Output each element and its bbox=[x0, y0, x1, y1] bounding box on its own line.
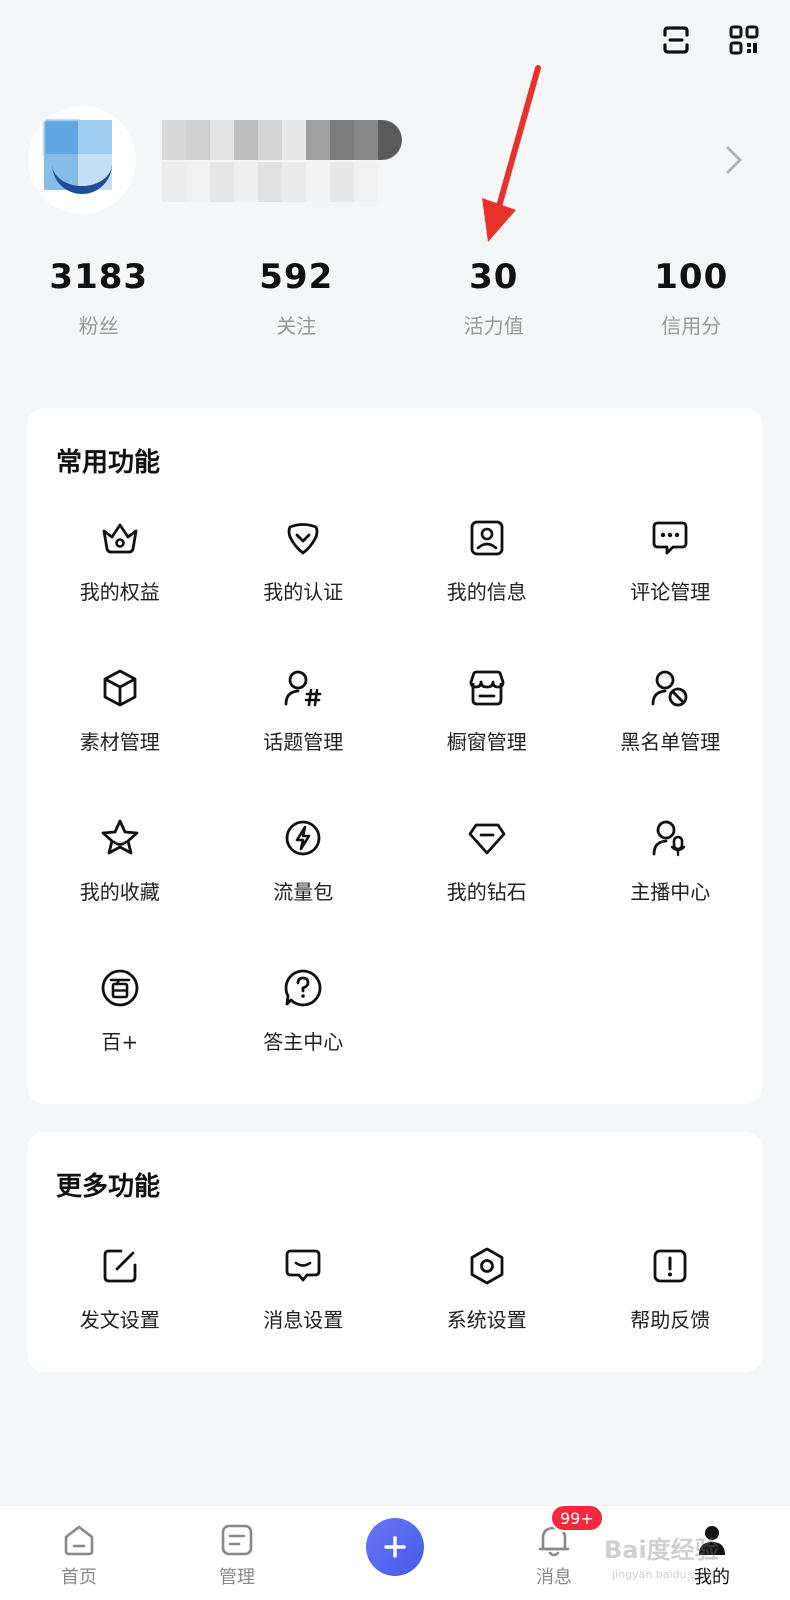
diamond-icon bbox=[465, 816, 509, 860]
certification-icon bbox=[281, 516, 325, 560]
function-label: 橱窗管理 bbox=[446, 730, 527, 754]
settings-hex-icon bbox=[465, 1244, 509, 1288]
function-label: 流量包 bbox=[273, 880, 334, 904]
section-title: 更多功能 bbox=[56, 1172, 161, 1202]
stat-value: 592 bbox=[259, 257, 334, 297]
section-title: 常用功能 bbox=[56, 448, 161, 478]
star-icon bbox=[98, 816, 142, 860]
function-label: 我的认证 bbox=[263, 580, 344, 604]
function-label: 帮助反馈 bbox=[630, 1308, 711, 1332]
block-user-icon bbox=[648, 666, 692, 710]
function-my-info[interactable]: 我的信息 bbox=[395, 516, 579, 666]
shop-icon bbox=[465, 666, 509, 710]
function-label: 我的权益 bbox=[79, 580, 160, 604]
more-functions-card: 更多功能 发文设置 消息设置 系统设置 帮助反馈 bbox=[28, 1132, 762, 1372]
topic-icon bbox=[281, 666, 325, 710]
function-topic-management[interactable]: 话题管理 bbox=[212, 666, 396, 816]
stat-label: 粉丝 bbox=[78, 314, 119, 338]
create-post-button[interactable] bbox=[366, 1518, 424, 1576]
cube-icon bbox=[98, 666, 142, 710]
edit-icon bbox=[98, 1244, 142, 1288]
common-functions-card: 常用功能 我的权益 我的认证 我的信息 评论管理 素材管理 话题管理 橱窗管理 … bbox=[28, 408, 762, 1104]
user-subtitle-redacted bbox=[162, 162, 392, 202]
more-functions-grid: 发文设置 消息设置 系统设置 帮助反馈 bbox=[28, 1244, 762, 1394]
watermark-url: jingyan.baidu.com bbox=[612, 1568, 714, 1581]
function-blacklist-management[interactable]: 黑名单管理 bbox=[579, 666, 763, 816]
tab-home[interactable]: 首页 bbox=[39, 1520, 119, 1590]
question-icon bbox=[281, 966, 325, 1010]
function-system-settings[interactable]: 系统设置 bbox=[395, 1244, 579, 1394]
top-bar bbox=[0, 0, 790, 80]
tab-manage[interactable]: 管理 bbox=[197, 1520, 277, 1590]
stat-label: 信用分 bbox=[661, 314, 722, 338]
function-traffic-package[interactable]: 流量包 bbox=[212, 816, 396, 966]
function-label: 我的收藏 bbox=[79, 880, 160, 904]
stat-label: 关注 bbox=[276, 314, 317, 338]
function-label: 消息设置 bbox=[263, 1308, 344, 1332]
bai-plus-icon bbox=[98, 966, 142, 1010]
stat-value: 100 bbox=[654, 257, 729, 297]
function-my-certification[interactable]: 我的认证 bbox=[212, 516, 396, 666]
function-label: 答主中心 bbox=[263, 1030, 344, 1054]
function-label: 系统设置 bbox=[446, 1308, 527, 1332]
red-arrow-annotation bbox=[482, 65, 541, 242]
message-icon bbox=[281, 1244, 325, 1288]
chevron-right-icon[interactable] bbox=[722, 142, 746, 178]
stat-fans[interactable]: 3183 粉丝 bbox=[0, 250, 198, 350]
message-count-badge: 99+ bbox=[550, 1504, 604, 1532]
function-label: 素材管理 bbox=[79, 730, 160, 754]
home-icon bbox=[59, 1520, 99, 1560]
function-label: 话题管理 bbox=[263, 730, 344, 754]
common-functions-grid: 我的权益 我的认证 我的信息 评论管理 素材管理 话题管理 橱窗管理 黑名单管理… bbox=[28, 516, 762, 1116]
lightning-icon bbox=[281, 816, 325, 860]
stat-following[interactable]: 592 关注 bbox=[198, 250, 396, 350]
function-label: 评论管理 bbox=[630, 580, 711, 604]
manage-icon bbox=[217, 1520, 257, 1560]
stat-label: 活力值 bbox=[463, 314, 524, 338]
function-my-benefits[interactable]: 我的权益 bbox=[28, 516, 212, 666]
stat-value: 30 bbox=[469, 257, 519, 297]
stat-credit[interactable]: 100 信用分 bbox=[593, 250, 790, 350]
comment-icon bbox=[648, 516, 692, 560]
function-label: 我的信息 bbox=[446, 580, 527, 604]
function-my-favorites[interactable]: 我的收藏 bbox=[28, 816, 212, 966]
stat-vitality[interactable]: 30 活力值 bbox=[395, 250, 593, 350]
function-my-diamonds[interactable]: 我的钻石 bbox=[395, 816, 579, 966]
profile-card-icon bbox=[465, 516, 509, 560]
crown-icon bbox=[98, 516, 142, 560]
function-anchor-center[interactable]: 主播中心 bbox=[579, 816, 763, 966]
feedback-icon bbox=[648, 1244, 692, 1288]
profile-header[interactable] bbox=[0, 100, 790, 225]
username-redacted bbox=[162, 120, 402, 160]
anchor-icon bbox=[648, 816, 692, 860]
function-label: 百+ bbox=[101, 1030, 139, 1054]
function-help-feedback[interactable]: 帮助反馈 bbox=[579, 1244, 763, 1394]
function-material-management[interactable]: 素材管理 bbox=[28, 666, 212, 816]
tab-label: 管理 bbox=[219, 1567, 255, 1588]
function-label: 发文设置 bbox=[79, 1308, 160, 1332]
qr-code-icon[interactable] bbox=[722, 18, 766, 62]
function-comment-management[interactable]: 评论管理 bbox=[579, 516, 763, 666]
scan-icon[interactable] bbox=[654, 18, 698, 62]
function-label: 主播中心 bbox=[630, 880, 711, 904]
tab-label: 消息 bbox=[536, 1567, 572, 1588]
function-showcase-management[interactable]: 橱窗管理 bbox=[395, 666, 579, 816]
function-post-settings[interactable]: 发文设置 bbox=[28, 1244, 212, 1394]
function-bai-plus[interactable]: 百+ bbox=[28, 966, 212, 1116]
function-message-settings[interactable]: 消息设置 bbox=[212, 1244, 396, 1394]
watermark-logo: Bai度经验 bbox=[604, 1536, 719, 1564]
avatar[interactable] bbox=[28, 106, 136, 214]
function-answerer-center[interactable]: 答主中心 bbox=[212, 966, 396, 1116]
function-label: 我的钻石 bbox=[446, 880, 527, 904]
plus-icon bbox=[384, 1536, 406, 1558]
stat-value: 3183 bbox=[49, 257, 149, 297]
tab-label: 首页 bbox=[61, 1567, 97, 1588]
function-label: 黑名单管理 bbox=[620, 730, 721, 754]
stats-row: 3183 粉丝 592 关注 30 活力值 100 信用分 bbox=[0, 250, 790, 350]
